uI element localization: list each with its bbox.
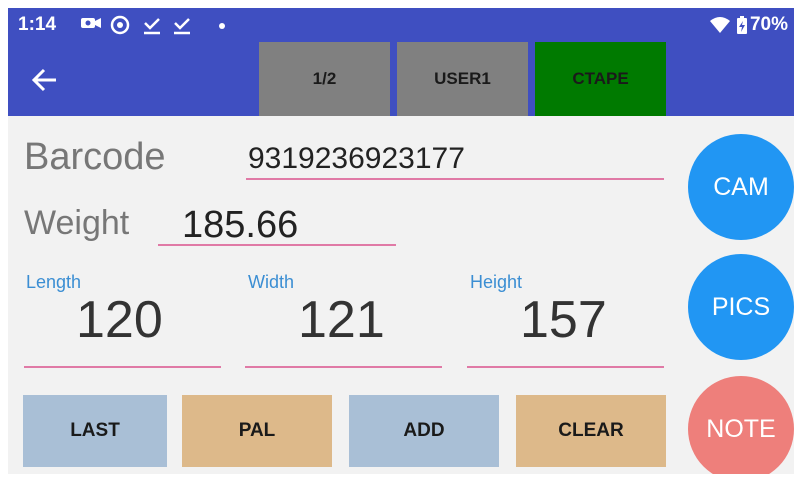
height-input[interactable]: 157	[520, 290, 607, 350]
app-bar: 1/2 USER1 CTAPE	[8, 42, 794, 116]
battery-charging-icon	[736, 15, 748, 41]
dot-icon	[218, 15, 226, 41]
video-icon	[80, 15, 102, 37]
height-label: Height	[470, 272, 523, 292]
check-icon	[142, 15, 162, 41]
sync-icon	[110, 15, 130, 41]
height-underline	[467, 366, 664, 368]
app-screen: 1:14 70% 1/2 USER1 CTAPE Barcode 9319236…	[8, 8, 794, 474]
cam-button[interactable]: CAM	[688, 134, 794, 240]
user-button[interactable]: USER1	[397, 42, 528, 116]
add-button[interactable]: ADD	[349, 395, 499, 467]
width-underline	[245, 366, 442, 368]
length-input[interactable]: 120	[76, 290, 163, 350]
barcode-label: Barcode	[24, 136, 166, 178]
weight-label: Weight	[24, 204, 130, 242]
length-label: Length	[26, 272, 82, 292]
check-icon	[172, 15, 192, 41]
barcode-underline	[246, 178, 664, 180]
length-underline	[24, 366, 221, 368]
back-arrow-icon[interactable]	[30, 60, 70, 100]
clear-button[interactable]: CLEAR	[516, 395, 666, 467]
page-indicator-button[interactable]: 1/2	[259, 42, 390, 116]
pal-button[interactable]: PAL	[182, 395, 332, 467]
weight-underline	[158, 244, 396, 246]
status-bar: 1:14 70%	[8, 8, 794, 42]
note-button[interactable]: NOTE	[688, 376, 794, 474]
width-input[interactable]: 121	[298, 290, 385, 350]
weight-input[interactable]	[180, 202, 404, 248]
wifi-icon	[708, 15, 732, 41]
battery-level: 70%	[749, 14, 788, 35]
status-time: 1:14	[18, 14, 57, 35]
width-label: Width	[248, 272, 295, 292]
barcode-input[interactable]	[246, 138, 668, 180]
pics-button[interactable]: PICS	[688, 254, 794, 360]
mode-button[interactable]: CTAPE	[535, 42, 666, 116]
last-button[interactable]: LAST	[23, 395, 167, 467]
